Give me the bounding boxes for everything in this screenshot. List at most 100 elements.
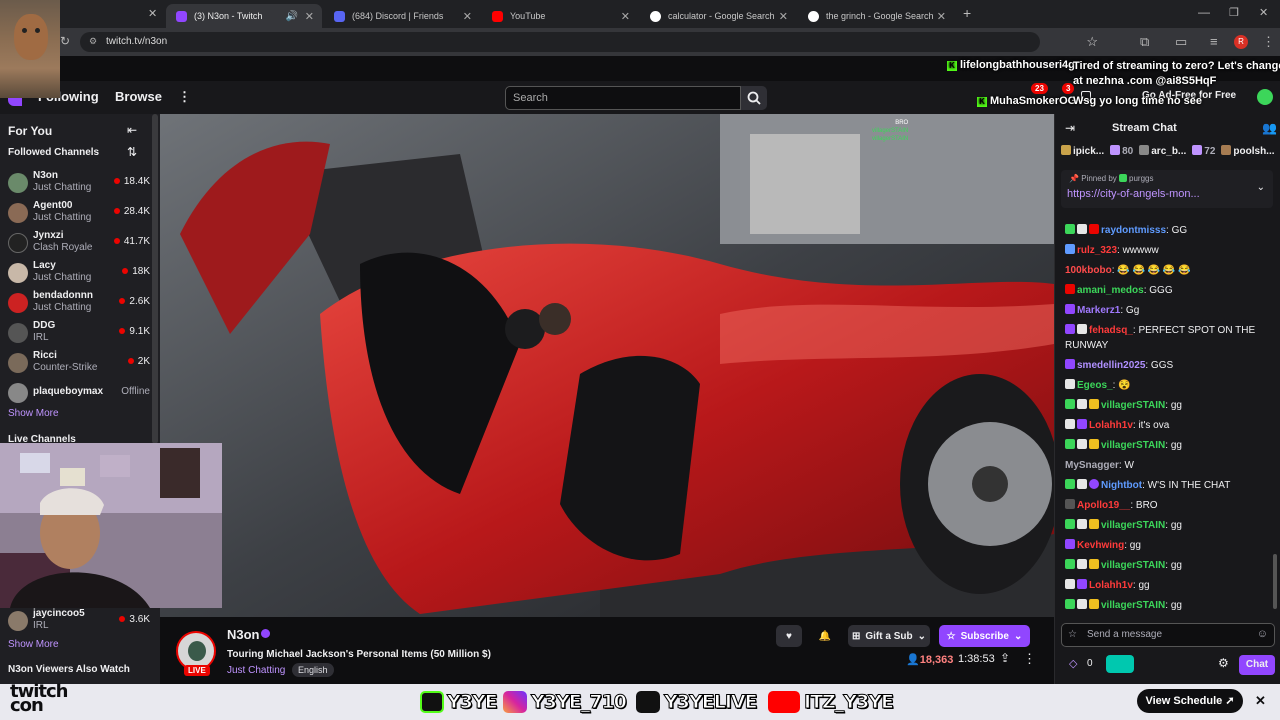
pinned-link[interactable]: https://city-of-angels-mon... <box>1067 188 1200 200</box>
viewer-count: 2.6K <box>119 296 150 307</box>
sidebar-channel-agent00[interactable]: Agent00 Just Chatting 28.4K <box>8 198 150 228</box>
channel-points-count: 0 <box>1087 658 1093 669</box>
extensions-icon[interactable]: ⧉ <box>1140 34 1149 50</box>
sidebar-channel-jaycincoo5[interactable]: jaycincoo5 IRL 3.6K <box>8 606 150 636</box>
emote-picker-icon[interactable]: ☺ <box>1257 628 1268 640</box>
leader-3[interactable]: poolsh... <box>1221 145 1275 157</box>
bits-icon[interactable]: ☆ <box>1068 629 1077 640</box>
chrome-menu-icon[interactable]: ⋮ <box>1262 34 1275 50</box>
channel-category: Counter-Strike <box>33 362 98 373</box>
chat-message: raydontmisss: GG <box>1065 223 1273 238</box>
mute-icon[interactable]: 🔊 <box>286 11 298 22</box>
leader-2[interactable]: arc_b... <box>1139 145 1186 157</box>
nav-more-icon[interactable]: ⋮ <box>178 89 191 105</box>
chat-settings-icon[interactable]: ⚙ <box>1218 656 1229 670</box>
chat-input[interactable]: ☆ Send a message ☺ <box>1061 623 1275 647</box>
social-handle-instagram: Y3YE_710 <box>531 691 628 714</box>
nav-browse[interactable]: Browse <box>115 89 162 104</box>
arrow-icon: ➚ <box>1225 695 1235 707</box>
chat-message: 100kbobo: 😂 😂 😂 😂 😂 <box>1065 265 1191 276</box>
chat-scrollbar[interactable] <box>1273 554 1277 609</box>
sidebar-channel-bendadonnn[interactable]: bendadonnn Just Chatting 2.6K <box>8 288 150 318</box>
channel-points-icon[interactable]: ◇ <box>1069 657 1077 670</box>
subscribe-button[interactable]: ☆ Subscribe ⌄ <box>939 625 1030 647</box>
chevron-down-icon: ⌄ <box>917 630 926 642</box>
overlay-notification-2-user: K MuhaSmokerOG <box>977 95 1076 107</box>
site-info-icon[interactable]: ⚙ <box>89 36 97 47</box>
show-more-link[interactable]: Show More <box>8 408 59 419</box>
tab-calculator[interactable]: calculator - Google Search ✕ <box>640 4 796 28</box>
chevron-down-icon: ⌄ <box>1013 630 1023 642</box>
avatar <box>8 383 28 403</box>
collapse-chat-icon[interactable]: ⇥ <box>1065 121 1075 135</box>
follow-heart-button[interactable]: ♥ <box>776 625 802 647</box>
claim-points-button[interactable] <box>1106 655 1134 673</box>
new-tab-icon[interactable]: + <box>963 5 971 21</box>
chat-message: smedellin2025: GGS <box>1065 358 1273 373</box>
window-close-icon[interactable]: ✕ <box>1259 6 1268 19</box>
collapse-sidebar-icon[interactable]: ⇤ <box>127 123 137 137</box>
streamer-name[interactable]: N3on <box>227 627 260 642</box>
chevron-down-icon[interactable]: ⌄ <box>1257 182 1265 193</box>
social-handle-kick: Y3YE <box>447 691 499 714</box>
sidebar-scrollbar[interactable] <box>152 114 158 444</box>
tab-close-icon[interactable]: ✕ <box>148 7 157 20</box>
pinned-message[interactable]: 📌 Pinned by purggs https://city-of-angel… <box>1061 170 1273 208</box>
chat-panel: ⇥ Stream Chat 👥 ipick... 80 arc_b... 72 … <box>1054 114 1280 684</box>
chat-message: Lolahh1v: it's ova <box>1065 418 1273 433</box>
profile-avatar[interactable]: R <box>1234 35 1248 49</box>
language-tag[interactable]: English <box>292 663 334 677</box>
tab-grinch[interactable]: the grinch - Google Search ✕ <box>798 4 954 28</box>
stream-category-link[interactable]: Just Chatting <box>227 665 285 676</box>
chat-message: Kevhwing: gg <box>1065 538 1273 553</box>
notifications-badge[interactable]: 23 <box>1031 83 1048 94</box>
leader-1[interactable]: ipick... <box>1061 145 1104 157</box>
sidebar-channel-lacy[interactable]: Lacy Just Chatting 18K <box>8 258 150 288</box>
url-field[interactable]: ⚙ twitch.tv/n3on ☆ <box>80 32 1098 52</box>
sidebar-channel-ricci[interactable]: Ricci Counter-Strike 2K <box>8 348 150 378</box>
sidebar-channel-n3on[interactable]: N3on Just Chatting 18.4K <box>8 168 150 198</box>
close-icon[interactable]: ✕ <box>937 10 946 23</box>
sidepanel-icon[interactable]: ▭ <box>1175 34 1187 50</box>
search-input[interactable]: Search <box>505 86 741 110</box>
tab-twitch[interactable]: (3) N3on - Twitch 🔊 ✕ <box>166 4 322 28</box>
sidebar-channel-plaqueboymax[interactable]: plaqueboymax Offline <box>8 378 150 408</box>
for-you-heading: For You <box>8 124 53 138</box>
leader-1-count: 80 <box>1110 145 1133 157</box>
share-icon[interactable]: ⇪ <box>1000 651 1010 665</box>
search-button[interactable] <box>741 86 767 110</box>
view-schedule-button[interactable]: View Schedule ➚ <box>1137 689 1243 713</box>
kick-icon: K <box>947 61 957 71</box>
close-icon[interactable]: ✕ <box>779 10 788 23</box>
chat-send-button[interactable]: Chat <box>1239 655 1275 675</box>
tab-discord[interactable]: (684) Discord | Friends ✕ <box>324 4 480 28</box>
user-avatar-icon[interactable] <box>1255 87 1275 107</box>
close-icon[interactable]: ✕ <box>305 10 314 23</box>
minimize-icon[interactable]: — <box>1198 5 1210 19</box>
twitchcon-logo: twitch con <box>10 681 68 716</box>
show-more-link-2[interactable]: Show More <box>8 639 59 650</box>
close-icon[interactable]: ✕ <box>621 10 630 23</box>
channel-category: IRL <box>33 620 49 631</box>
restore-icon[interactable]: ❐ <box>1229 6 1239 19</box>
more-options-icon[interactable]: ⋮ <box>1023 651 1036 667</box>
bookmark-star-icon[interactable]: ☆ <box>1086 34 1098 50</box>
followed-channels-heading: Followed Channels <box>8 147 100 158</box>
social-handle-youtube: ITZ_Y3YE <box>803 691 894 714</box>
channel-name: Lacy <box>33 260 56 271</box>
community-icon[interactable]: 👥 <box>1262 121 1277 135</box>
reload-icon[interactable]: ↻ <box>60 34 70 48</box>
sidebar-channel-ddg[interactable]: DDG IRL 9.1K <box>8 318 150 348</box>
media-controls-icon[interactable]: ≡ <box>1210 34 1218 49</box>
channel-category: IRL <box>33 332 49 343</box>
sort-icon[interactable]: ⇅ <box>127 145 137 159</box>
chat-message: Lolahh1v: gg <box>1065 578 1273 593</box>
close-overlay-icon[interactable]: ✕ <box>1255 693 1266 709</box>
notifications-bell-button[interactable]: 🔔 <box>812 625 838 647</box>
sidebar-channel-jynxzi[interactable]: Jynxzi Clash Royale 41.7K <box>8 228 150 258</box>
video-player[interactable]: BRO villagerSTAIN villagerSTAIN <box>160 114 1054 617</box>
tab-label: the grinch - Google Search <box>826 11 934 21</box>
close-icon[interactable]: ✕ <box>463 10 472 23</box>
gift-sub-button[interactable]: ⊞ Gift a Sub ⌄ <box>848 625 930 647</box>
tab-youtube[interactable]: YouTube ✕ <box>482 4 638 28</box>
